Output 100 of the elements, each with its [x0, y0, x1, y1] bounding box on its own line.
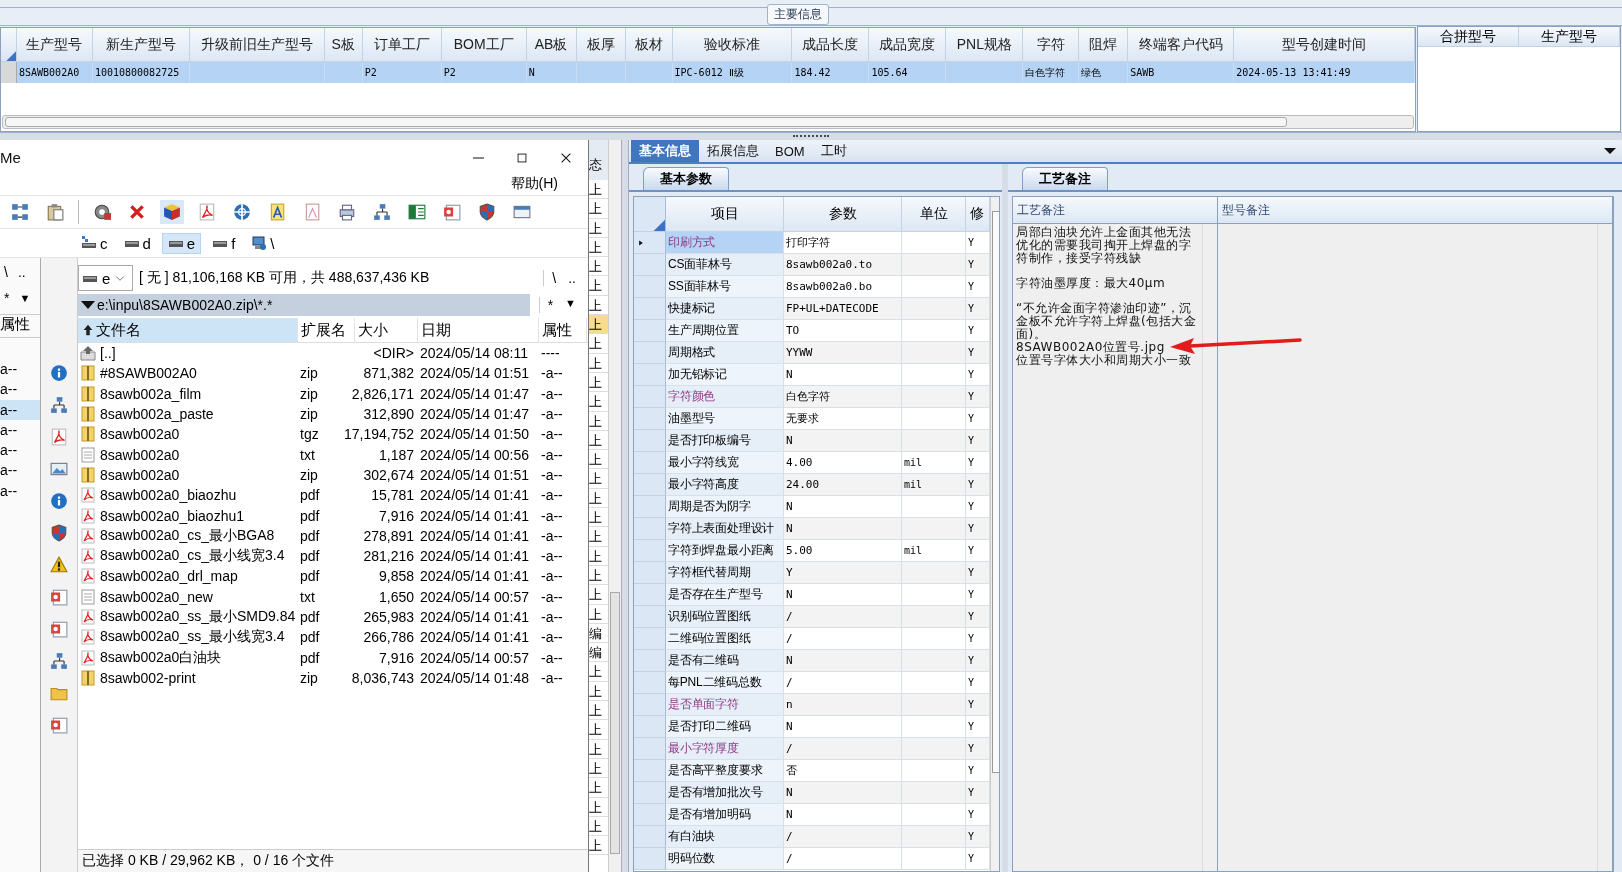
table-row[interactable]: 8SAWB002A0 10010800082725 P2 P2 N IPC-6012 Ⅱ级 184.42 105.64 白色字符 绿色 SAWB 2024-05-13 13:41:49 — [1, 62, 1415, 83]
param-name[interactable]: 周期格式 — [666, 342, 784, 364]
param-name[interactable]: 有白油块 — [666, 826, 784, 848]
column-header[interactable]: 单位 — [902, 197, 966, 232]
pdf-icon[interactable] — [50, 428, 68, 446]
nav-button[interactable]: \ — [552, 270, 557, 286]
column-header[interactable]: 修 — [966, 197, 990, 232]
column-header[interactable]: 板厚 — [576, 28, 626, 62]
nav-button[interactable]: .. — [17, 264, 26, 280]
column-header[interactable]: BOM工厂 — [441, 28, 527, 62]
param-value[interactable]: / — [784, 826, 902, 848]
network-icon[interactable] — [50, 652, 68, 670]
column-header[interactable]: 文件名 — [78, 318, 298, 342]
drive-button[interactable]: \ — [246, 233, 280, 253]
param-value[interactable]: Y — [784, 562, 902, 584]
param-name[interactable]: 是否有增加批次号 — [666, 782, 784, 804]
drive-button[interactable]: e — [161, 232, 202, 254]
row-header[interactable] — [634, 518, 666, 540]
param-value[interactable]: / — [784, 738, 902, 760]
file-name[interactable]: 8sawb002a0_cs_最小BGA8 — [100, 526, 275, 545]
image-icon[interactable] — [50, 460, 68, 478]
row-header[interactable] — [634, 716, 666, 738]
nav-button[interactable]: .. — [568, 270, 576, 286]
param-name[interactable]: 是否存在生产型号 — [666, 584, 784, 606]
presentation-icon[interactable] — [443, 203, 461, 221]
param-name[interactable]: 识别码位置图纸 — [666, 606, 784, 628]
network-icon[interactable] — [50, 396, 68, 414]
param-name[interactable]: 是否打印板编号 — [666, 430, 784, 452]
warning-icon[interactable] — [50, 556, 68, 574]
drive-dropdown[interactable]: e — [78, 265, 133, 291]
vertical-scrollbar[interactable] — [608, 140, 621, 872]
param-value[interactable]: 白色字符 — [784, 386, 902, 408]
row-header[interactable] — [634, 804, 666, 826]
column-header[interactable]: 参数 — [784, 197, 902, 232]
info-icon[interactable] — [50, 492, 68, 510]
file-name[interactable]: 8sawb002a_film — [100, 385, 202, 402]
filter-dropdown[interactable]: ▼ — [565, 297, 576, 313]
file-name[interactable]: 8sawb002a_paste — [100, 406, 214, 423]
column-header[interactable]: 项目 — [666, 197, 784, 232]
param-name[interactable]: 是否打印二维码 — [666, 716, 784, 738]
column-header[interactable]: 属性 — [539, 318, 587, 342]
column-header[interactable]: 扩展名 — [298, 318, 355, 342]
network-icon[interactable] — [11, 203, 29, 221]
shield-icon[interactable] — [478, 203, 496, 221]
tab[interactable]: 工时 — [812, 140, 855, 162]
tab[interactable]: 工艺备注 — [1022, 167, 1108, 190]
param-name[interactable]: 生产周期位置 — [666, 320, 784, 342]
column-header[interactable]: 日期 — [418, 318, 539, 342]
param-name[interactable]: 快捷标记 — [666, 298, 784, 320]
window-icon[interactable] — [513, 203, 531, 221]
param-name[interactable]: 字符颜色 — [666, 386, 784, 408]
row-header[interactable] — [634, 430, 666, 452]
row-header[interactable] — [634, 342, 666, 364]
file-name[interactable]: 8sawb002a0_drl_map — [100, 568, 238, 585]
param-name[interactable]: 是否有二维码 — [666, 650, 784, 672]
row-header[interactable] — [634, 408, 666, 430]
row-header[interactable] — [634, 496, 666, 518]
shield-icon[interactable] — [50, 524, 68, 542]
row-header[interactable] — [634, 584, 666, 606]
row-header[interactable] — [634, 848, 666, 870]
column-header[interactable]: 板材 — [625, 28, 673, 62]
column-header[interactable]: 阻焊 — [1079, 28, 1129, 62]
param-name[interactable]: SS面菲林号 — [666, 276, 784, 298]
param-name[interactable]: 明码位数 — [666, 848, 784, 870]
file-name[interactable]: [..] — [100, 345, 116, 362]
file-name[interactable]: 8sawb002-print — [100, 669, 196, 686]
param-name[interactable]: CS面菲林号 — [666, 254, 784, 276]
column-header[interactable]: 成品宽度 — [869, 28, 947, 62]
param-name[interactable]: 是否高平整度要求 — [666, 760, 784, 782]
presentation-icon[interactable] — [50, 620, 68, 638]
param-name[interactable]: 每PNL二维码总数 — [666, 672, 784, 694]
file-name[interactable]: 8sawb002a0_ss_最小线宽3.4 — [100, 628, 285, 647]
row-header[interactable] — [634, 298, 666, 320]
file-name[interactable]: 8sawb002a0_new — [100, 588, 213, 605]
param-name[interactable]: 油墨型号 — [666, 408, 784, 430]
row-header[interactable] — [634, 694, 666, 716]
file-attribute[interactable]: a-- — [0, 480, 40, 502]
row-header[interactable] — [634, 474, 666, 496]
tab[interactable]: 基本信息 — [631, 140, 699, 162]
column-header[interactable]: 合拼型号 — [1418, 27, 1519, 47]
file-name[interactable]: 8sawb002a0 — [100, 466, 180, 483]
file-name[interactable]: 8sawb002a0 — [100, 426, 180, 443]
param-name[interactable]: 是否单面字符 — [666, 694, 784, 716]
horizontal-scrollbar[interactable] — [2, 115, 1414, 129]
network-icon[interactable] — [373, 203, 391, 221]
param-value[interactable]: 8sawb002a0.to — [784, 254, 902, 276]
file-name[interactable]: 8sawb002a0_biaozhu1 — [100, 507, 244, 524]
param-value[interactable]: YYWW — [784, 342, 902, 364]
param-name[interactable]: 加无铅标记 — [666, 364, 784, 386]
column-header[interactable]: 新生产型号 — [92, 28, 190, 62]
file-attribute[interactable]: a-- — [0, 399, 40, 420]
file-name[interactable]: 8sawb002a0_ss_最小SMD9.84 — [100, 608, 296, 626]
row-header[interactable] — [634, 628, 666, 650]
param-name[interactable]: 二维码位置图纸 — [666, 628, 784, 650]
row-header[interactable] — [634, 364, 666, 386]
info-icon[interactable] — [50, 364, 68, 382]
row-header[interactable] — [634, 276, 666, 298]
column-header[interactable]: 升级前旧生产型号 — [189, 28, 325, 62]
row-header[interactable] — [634, 232, 666, 254]
param-name[interactable]: 是否有增加明码 — [666, 804, 784, 826]
